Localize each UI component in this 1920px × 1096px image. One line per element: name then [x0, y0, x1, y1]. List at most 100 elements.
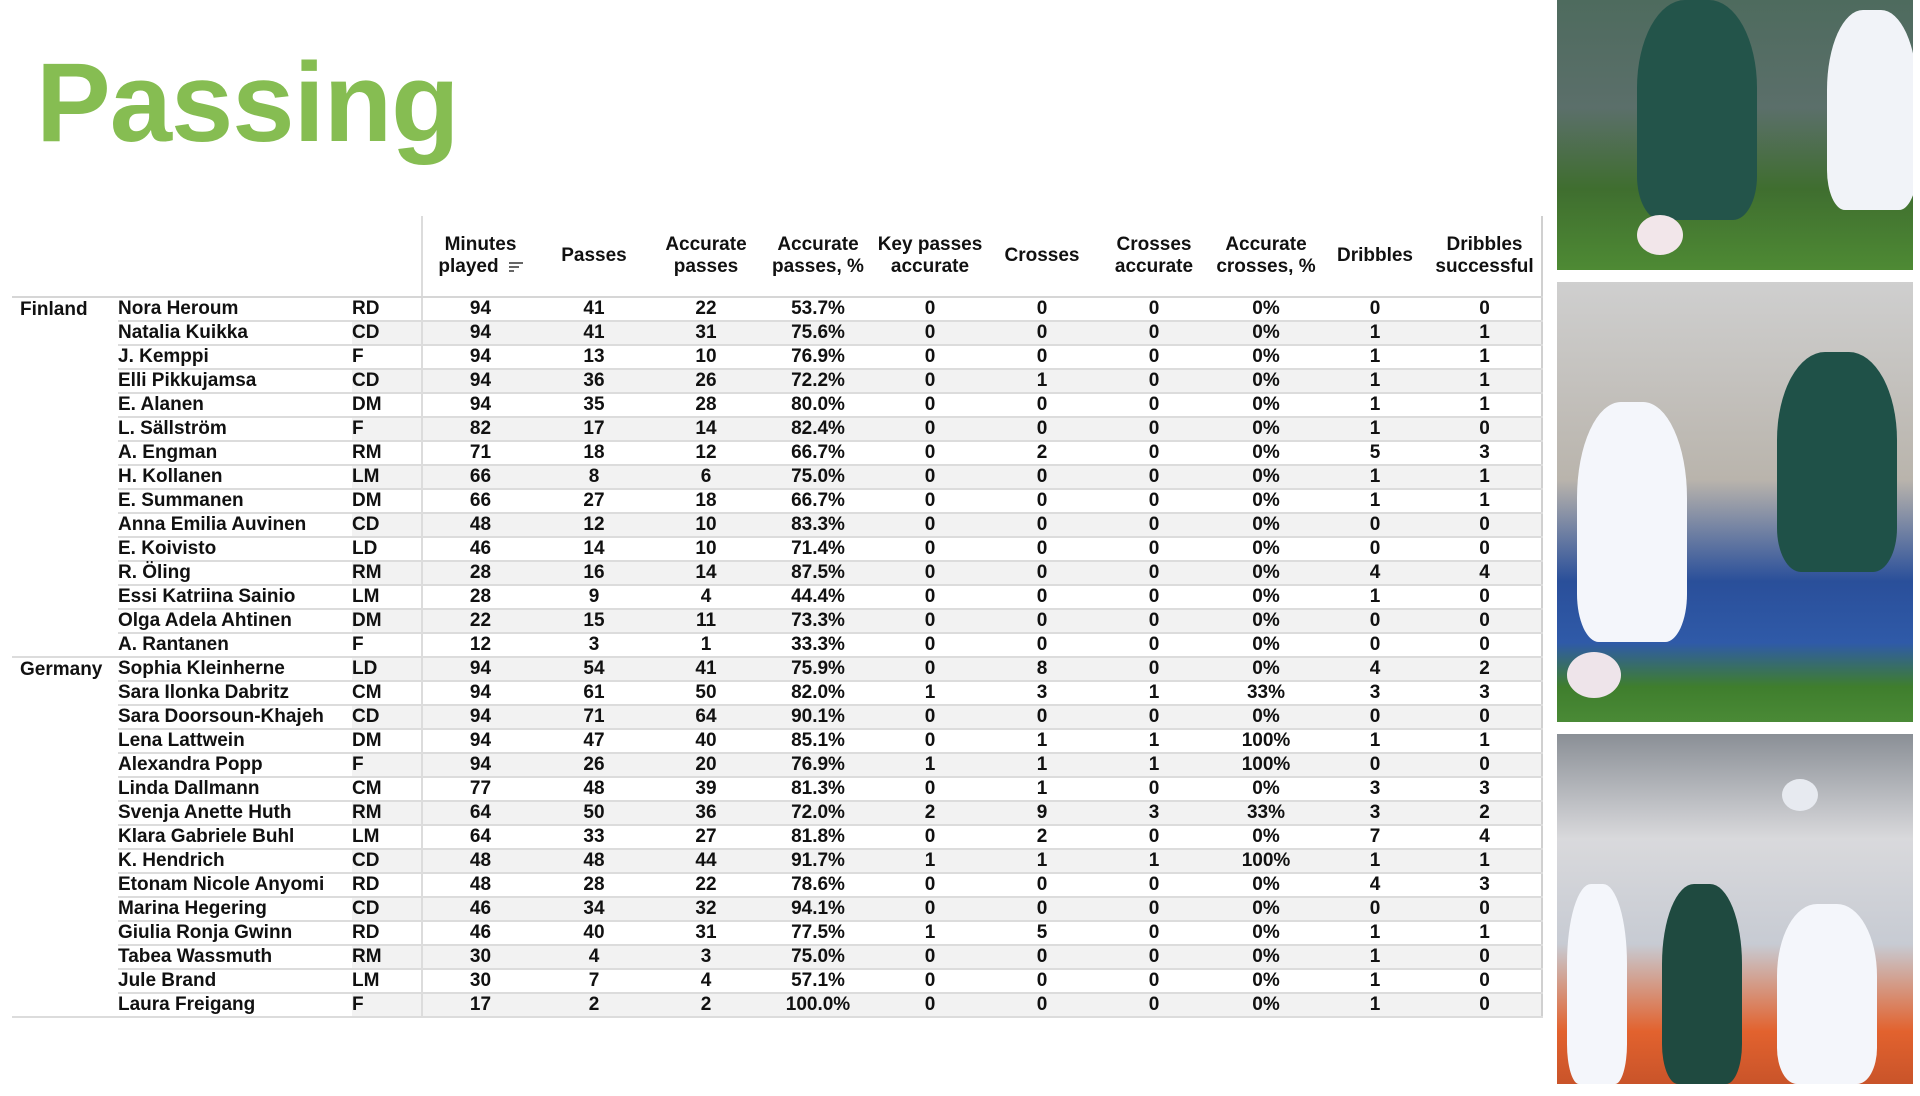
- table-row[interactable]: Etonam Nicole Anyomi RD 48 28 22 78.6% 0 0 0 0% 4 3: [12, 873, 1543, 898]
- match-photo-1: [1557, 0, 1913, 270]
- stat-cell: 2: [986, 825, 1098, 850]
- table-row[interactable]: Elli Pikkujamsa CD 94 36 26 72.2% 0 1 0 0% 1 1: [12, 369, 1543, 394]
- stat-cell: 34: [538, 897, 650, 922]
- table-row[interactable]: H. Kollanen LM 66 8 6 75.0% 0 0 0 0% 1 1: [12, 465, 1543, 490]
- table-row[interactable]: L. Sällström F 82 17 14 82.4% 0 0 0 0% 1 0: [12, 417, 1543, 442]
- table-row[interactable]: K. Hendrich CD 48 48 44 91.7% 1 1 1 100% 1 1: [12, 849, 1543, 874]
- table-row[interactable]: Jule Brand LM 30 7 4 57.1% 0 0 0 0% 1 0: [12, 969, 1543, 994]
- stat-cell: 64: [421, 825, 538, 850]
- column-header-label: Passes: [561, 245, 627, 267]
- table-row[interactable]: Linda Dallmann CM 77 48 39 81.3% 0 1 0 0% 3 3: [12, 777, 1543, 802]
- stat-cell: 1: [1322, 465, 1428, 490]
- table-row[interactable]: Laura Freigang F 17 2 2 100.0% 0 0 0 0% 1 0: [12, 993, 1543, 1018]
- passing-table-container: Minutes played Passes Accurate passes Accur…: [12, 216, 1543, 1018]
- stat-cell: 66.7%: [762, 441, 874, 466]
- stat-cell: 1: [986, 753, 1098, 778]
- team-label: [12, 609, 118, 633]
- stat-cell: 11: [650, 609, 762, 634]
- stat-cell: 33.3%: [762, 633, 874, 658]
- column-header[interactable]: Accurate passes, %: [762, 216, 874, 298]
- column-header[interactable]: Passes: [538, 216, 650, 298]
- player-position: CD: [352, 849, 422, 874]
- stat-cell: 94: [421, 705, 538, 730]
- table-row[interactable]: E. Alanen DM 94 35 28 80.0% 0 0 0 0% 1 1: [12, 393, 1543, 418]
- column-header[interactable]: Crosses: [986, 216, 1098, 298]
- stat-cell: 94: [421, 753, 538, 778]
- stat-cell: 0: [1098, 297, 1210, 322]
- stat-cell: 0: [1098, 585, 1210, 610]
- stat-cell: 0: [874, 321, 986, 346]
- stat-cell: 81.8%: [762, 825, 874, 850]
- table-row[interactable]: E. Summanen DM 66 27 18 66.7% 0 0 0 0% 1 1: [12, 489, 1543, 514]
- table-row[interactable]: Marina Hegering CD 46 34 32 94.1% 0 0 0 0% 0 0: [12, 897, 1543, 922]
- stat-cell: 1: [1322, 921, 1428, 946]
- stat-cell: 0%: [1210, 969, 1322, 994]
- player-position: RM: [352, 561, 422, 586]
- table-row[interactable]: Essi Katriina Sainio LM 28 9 4 44.4% 0 0 0 0% 1 0: [12, 585, 1543, 610]
- column-header[interactable]: Key passes accurate: [874, 216, 986, 298]
- column-header[interactable]: Dribbles successful: [1428, 216, 1543, 298]
- column-header-label: Minutes played: [438, 234, 517, 277]
- team-label: [12, 705, 118, 729]
- stat-cell: 0%: [1210, 345, 1322, 370]
- stat-cell: 12: [538, 513, 650, 538]
- stat-cell: 0%: [1210, 513, 1322, 538]
- table-row[interactable]: Sara Ilonka Dabritz CM 94 61 50 82.0% 1 3 1 33% 3 3: [12, 681, 1543, 706]
- stat-cell: 41: [538, 321, 650, 346]
- table-row[interactable]: Giulia Ronja Gwinn RD 46 40 31 77.5% 1 5 0 0% 1 1: [12, 921, 1543, 946]
- stat-cell: 10: [650, 537, 762, 562]
- table-row[interactable]: Natalia Kuikka CD 94 41 31 75.6% 0 0 0 0% 1 1: [12, 321, 1543, 346]
- stat-cell: 0: [986, 705, 1098, 730]
- table-row[interactable]: A. Engman RM 71 18 12 66.7% 0 2 0 0% 5 3: [12, 441, 1543, 466]
- table-row[interactable]: E. Koivisto LD 46 14 10 71.4% 0 0 0 0% 0 0: [12, 537, 1543, 562]
- stat-cell: 0%: [1210, 825, 1322, 850]
- table-row[interactable]: Anna Emilia Auvinen CD 48 12 10 83.3% 0 0 0 0% 0 0: [12, 513, 1543, 538]
- player-position: RM: [352, 801, 422, 826]
- table-row[interactable]: R. Öling RM 28 16 14 87.5% 0 0 0 0% 4 4: [12, 561, 1543, 586]
- table-row[interactable]: Svenja Anette Huth RM 64 50 36 72.0% 2 9 3 33% 3 2: [12, 801, 1543, 826]
- column-header[interactable]: Dribbles: [1322, 216, 1428, 298]
- stat-cell: 0: [874, 465, 986, 490]
- match-photo-2: [1557, 282, 1913, 722]
- stat-cell: 46: [421, 921, 538, 946]
- team-label: [12, 369, 118, 393]
- player-position: DM: [352, 609, 422, 634]
- sort-descending-icon[interactable]: [508, 260, 523, 274]
- table-row[interactable]: Lena Lattwein DM 94 47 40 85.1% 0 1 1 100% 1 1: [12, 729, 1543, 754]
- column-header[interactable]: Accurate passes: [650, 216, 762, 298]
- stat-cell: 0: [1098, 345, 1210, 370]
- table-row[interactable]: Sara Doorsoun-Khajeh CD 94 71 64 90.1% 0 0 0 0% 0 0: [12, 705, 1543, 730]
- column-header[interactable]: Minutes played: [421, 216, 538, 298]
- table-row[interactable]: Finland Nora Heroum RD 94 41 22 53.7% 0 0 0 0% 0 0: [12, 297, 1543, 322]
- stat-cell: 0%: [1210, 921, 1322, 946]
- stat-cell: 48: [421, 513, 538, 538]
- stat-cell: 35: [538, 393, 650, 418]
- stat-cell: 14: [650, 561, 762, 586]
- table-row[interactable]: Klara Gabriele Buhl LM 64 33 27 81.8% 0 2 0 0% 7 4: [12, 825, 1543, 850]
- stat-cell: 4: [1428, 561, 1543, 586]
- stat-cell: 1: [1428, 729, 1543, 754]
- table-row[interactable]: Alexandra Popp F 94 26 20 76.9% 1 1 1 100% 0 0: [12, 753, 1543, 778]
- stat-cell: 1: [874, 849, 986, 874]
- stat-cell: 0: [1322, 897, 1428, 922]
- stat-cell: 28: [650, 393, 762, 418]
- stat-cell: 94: [421, 681, 538, 706]
- table-row[interactable]: Olga Adela Ahtinen DM 22 15 11 73.3% 0 0 0 0% 0 0: [12, 609, 1543, 634]
- table-row[interactable]: J. Kemppi F 94 13 10 76.9% 0 0 0 0% 1 1: [12, 345, 1543, 370]
- player-header: [118, 216, 352, 298]
- stat-cell: 75.9%: [762, 657, 874, 682]
- stat-cell: 2: [874, 801, 986, 826]
- player-name: Marina Hegering: [118, 897, 352, 922]
- stat-cell: 4: [538, 945, 650, 970]
- stat-cell: 0%: [1210, 873, 1322, 898]
- table-row[interactable]: Tabea Wassmuth RM 30 4 3 75.0% 0 0 0 0% 1 0: [12, 945, 1543, 970]
- stat-cell: 0: [1098, 897, 1210, 922]
- stat-cell: 28: [538, 873, 650, 898]
- table-row[interactable]: A. Rantanen F 12 3 1 33.3% 0 0 0 0% 0 0: [12, 633, 1543, 658]
- table-row[interactable]: Germany Sophia Kleinherne LD 94 54 41 75.9% 0 8 0…: [12, 657, 1543, 682]
- column-header[interactable]: Crosses accurate: [1098, 216, 1210, 298]
- column-header[interactable]: Accurate crosses, %: [1210, 216, 1322, 298]
- stat-cell: 0: [986, 297, 1098, 322]
- column-header-label: Accurate crosses, %: [1216, 234, 1316, 277]
- player-name: R. Öling: [118, 561, 352, 586]
